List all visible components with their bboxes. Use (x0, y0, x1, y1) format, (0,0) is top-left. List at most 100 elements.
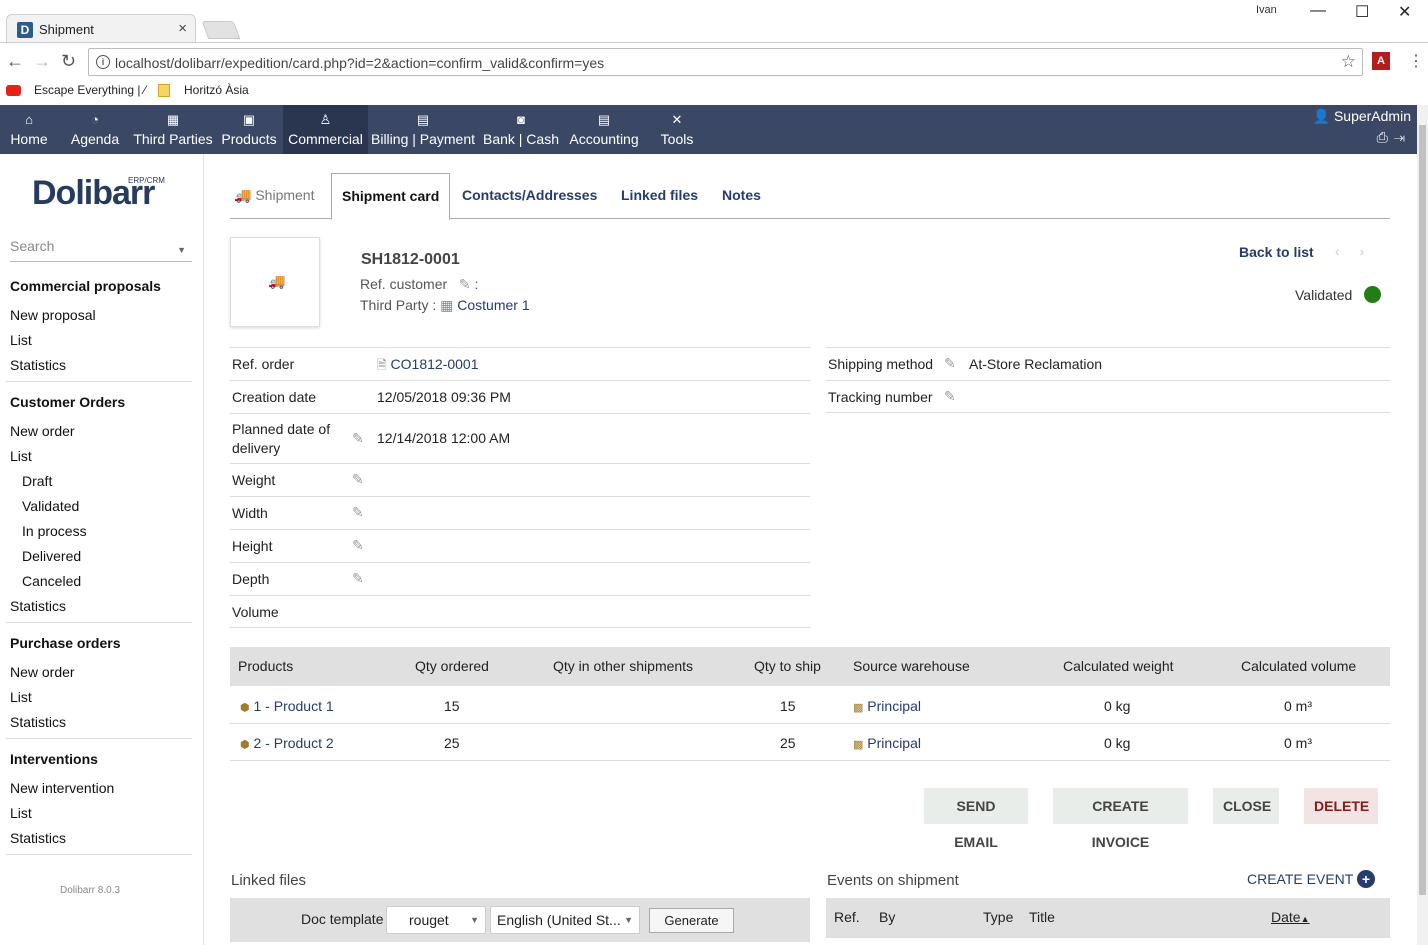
scrollbar-thumb[interactable] (1419, 125, 1426, 895)
shipment-ref: SH1812-0001 (361, 251, 460, 268)
third-party-link[interactable]: Costumer 1 (457, 297, 529, 313)
tab-contacts-addresses[interactable]: Contacts/Addresses (462, 173, 597, 219)
print-icon[interactable]: ⎙ (1377, 129, 1394, 145)
bookmark-escape-everything[interactable]: Escape Everything | ⁄ (34, 83, 146, 97)
menu-accounting[interactable]: ▤ Accounting (566, 105, 642, 154)
bookmarks-bar: Escape Everything | ⁄ Horitzó Àsia (0, 80, 1428, 105)
home-icon: ⌂ (25, 112, 33, 127)
minimize-icon[interactable]: — (1310, 2, 1326, 20)
pencil-icon[interactable]: ✎ (944, 355, 956, 372)
youtube-icon (6, 85, 21, 96)
template-select[interactable]: rouget ▼ (386, 906, 486, 934)
pencil-icon[interactable]: ✎ (352, 471, 364, 488)
browser-tab[interactable]: D Shipment × (6, 14, 196, 43)
sidebar-item-intervention-list[interactable]: List (10, 805, 32, 821)
field-shipping-method: Shipping method ✎ At-Store Reclamation (826, 347, 1390, 380)
order-link[interactable]: CO1812-0001 (391, 356, 479, 372)
sidebar-item-delivered[interactable]: Delivered (22, 548, 81, 564)
qty-ordered-cell: 15 (444, 698, 460, 714)
tab-notes[interactable]: Notes (722, 173, 761, 219)
sidebar-item-order-list[interactable]: List (10, 448, 32, 464)
generate-button[interactable]: Generate (649, 908, 734, 933)
pencil-icon[interactable]: ✎ (944, 388, 956, 405)
menu-products[interactable]: ▣ Products (219, 105, 279, 154)
logout-icon[interactable]: ⇥ (1394, 129, 1411, 145)
close-button[interactable]: CLOSE (1213, 788, 1279, 824)
url-bar[interactable]: i localhost/dolibarr/expedition/card.php… (88, 48, 1363, 76)
sidebar-item-proposal-list[interactable]: List (10, 332, 32, 348)
section-customer-orders[interactable]: Customer Orders (10, 394, 125, 410)
pencil-icon[interactable]: ✎ (459, 276, 471, 292)
pencil-icon[interactable]: ✎ (352, 504, 364, 521)
tab-shipment[interactable]: 🚚 Shipment (234, 173, 314, 219)
chevron-down-icon[interactable]: ▼ (177, 245, 186, 255)
warehouse-icon: ▩ (853, 739, 864, 751)
create-invoice-button[interactable]: CREATE INVOICE (1053, 788, 1188, 850)
pencil-icon[interactable]: ✎ (352, 537, 364, 554)
sidebar-item-proposal-statistics[interactable]: Statistics (10, 357, 66, 373)
close-tab-icon[interactable]: × (178, 20, 187, 37)
back-to-list-link[interactable]: Back to list (1239, 244, 1314, 260)
site-info-icon[interactable]: i (96, 55, 110, 69)
close-window-icon[interactable]: ✕ (1398, 2, 1411, 22)
warehouse-link[interactable]: Principal (867, 735, 921, 751)
column-header: By (879, 909, 896, 925)
pencil-icon[interactable]: ✎ (352, 430, 364, 447)
pencil-icon[interactable]: ✎ (352, 570, 364, 587)
date-sort-header[interactable]: Date▲ (1271, 909, 1310, 925)
page-scrollbar[interactable] (1417, 105, 1428, 945)
forward-arrow-icon[interactable]: → (33, 51, 51, 72)
language-value: English (United St... (497, 912, 621, 928)
third-party: Third Party : ▦ Costumer 1 (360, 297, 530, 314)
menu-billing-payment[interactable]: ▤ Billing | Payment (371, 105, 475, 154)
sidebar-item-validated[interactable]: Validated (22, 498, 79, 514)
tab-linked-files[interactable]: Linked files (621, 173, 698, 219)
menu-commercial[interactable]: ♙ Commercial (283, 105, 368, 154)
new-tab-button[interactable] (201, 21, 241, 39)
sidebar-item-in-process[interactable]: In process (22, 523, 87, 539)
create-event-link[interactable]: CREATE EVENT (1247, 871, 1353, 887)
sidebar-item-new-purchase-order[interactable]: New order (10, 664, 75, 680)
date-header-label: Date (1271, 909, 1301, 925)
warehouse-link[interactable]: Principal (867, 698, 921, 714)
reload-icon[interactable]: ↻ (61, 51, 76, 72)
pdf-extension-icon[interactable]: A (1372, 52, 1390, 70)
maximize-icon[interactable]: ☐ (1355, 2, 1369, 22)
sidebar-item-new-order[interactable]: New order (10, 423, 75, 439)
browser-profile-name[interactable]: Ivan (1256, 4, 1277, 16)
bookmark-horitzo-asia[interactable]: Horitzó Àsia (184, 83, 249, 97)
sidebar-item-new-intervention[interactable]: New intervention (10, 780, 114, 796)
sidebar-item-new-proposal[interactable]: New proposal (10, 307, 96, 323)
menu-bank-cash[interactable]: ◙ Bank | Cash (481, 105, 561, 154)
sidebar-item-order-statistics[interactable]: Statistics (10, 598, 66, 614)
menu-agenda[interactable]: ◔ Agenda (64, 105, 126, 154)
version-label: Dolibarr 8.0.3 (60, 885, 121, 896)
sidebar-item-draft[interactable]: Draft (22, 473, 52, 489)
column-header: Ref. (834, 909, 860, 925)
back-arrow-icon[interactable]: ← (6, 51, 24, 72)
section-purchase-orders[interactable]: Purchase orders (10, 635, 121, 651)
sidebar-item-purchase-list[interactable]: List (10, 689, 32, 705)
tab-shipment-card[interactable]: Shipment card (331, 173, 451, 220)
billing-icon: ▤ (416, 112, 430, 127)
sidebar-item-purchase-statistics[interactable]: Statistics (10, 714, 66, 730)
bookmark-star-icon[interactable]: ☆ (1341, 52, 1356, 72)
delete-button[interactable]: DELETE (1304, 788, 1378, 824)
user-name-link[interactable]: SuperAdmin (1334, 108, 1411, 124)
chevron-left-icon[interactable]: ‹ (1335, 243, 1360, 259)
chevron-right-icon[interactable]: › (1360, 243, 1385, 259)
section-commercial-proposals[interactable]: Commercial proposals (10, 278, 161, 294)
plus-icon[interactable]: + (1357, 870, 1375, 888)
menu-third-parties[interactable]: ▦ Third Parties (133, 105, 213, 154)
product-link[interactable]: 1 - Product 1 (254, 698, 334, 714)
browser-menu-icon[interactable]: ⋮ (1408, 51, 1424, 71)
product-link[interactable]: 2 - Product 2 (254, 735, 334, 751)
sidebar-item-canceled[interactable]: Canceled (22, 573, 81, 589)
send-email-button[interactable]: SEND EMAIL (924, 788, 1028, 850)
section-interventions[interactable]: Interventions (10, 751, 98, 767)
menu-tools[interactable]: ✕ Tools (652, 105, 702, 154)
language-select[interactable]: English (United St... ▼ (490, 906, 640, 934)
search-input[interactable]: Search ▼ (10, 238, 192, 262)
menu-home[interactable]: ⌂ Home (0, 105, 58, 154)
sidebar-item-intervention-statistics[interactable]: Statistics (10, 830, 66, 846)
